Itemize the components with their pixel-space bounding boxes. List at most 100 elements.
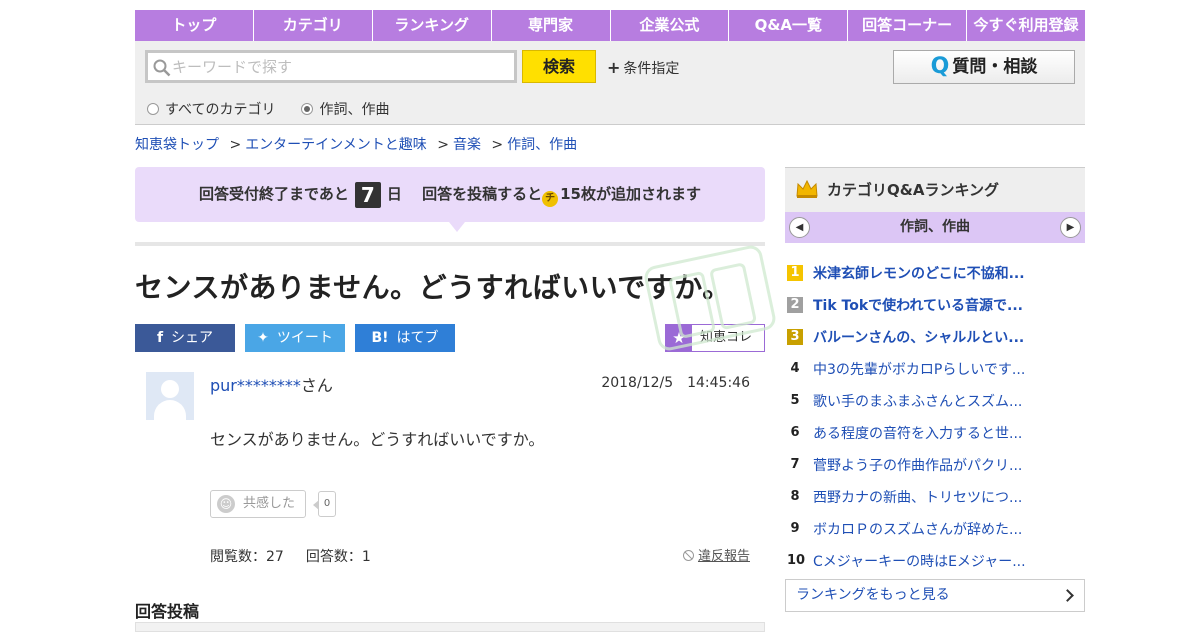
answers-count: 回答数：1 [305, 549, 371, 565]
days-badge: 7 [354, 182, 381, 208]
breadcrumb: 知恵袋トップ > エンターテインメントと趣味 > 音楽 > 作詞、作曲 [135, 134, 577, 154]
report-link[interactable]: 違反報告 [682, 545, 750, 564]
breadcrumb-item[interactable]: 音楽 [453, 137, 481, 153]
global-nav: トップ カテゴリ ランキング 専門家 企業公式 Q&A一覧 回答コーナー 今すぐ… [135, 10, 1085, 41]
notice-suffix-a: 回答を投稿すると [422, 185, 543, 203]
rank-number: 4 [790, 361, 800, 376]
ranking-item: 5 歌い手のまふまふさんとスズム... [785, 385, 1085, 417]
radio-on-icon [301, 103, 314, 115]
next-arrow-icon[interactable]: ▶ [1060, 217, 1081, 238]
radio-all-label: すべてのカテゴリ [165, 102, 276, 118]
report-label: 違反報告 [697, 549, 750, 564]
ranking-item: 10 Cメジャーキーの時はEメジャー... [785, 545, 1085, 577]
facebook-share-button[interactable]: f シェア [135, 324, 235, 352]
notice-suffix-b: 15枚が追加されます [560, 185, 701, 203]
ranking-link[interactable]: 西野カナの新曲、トリセツにつ... [813, 487, 1022, 507]
twitter-share-button[interactable]: ✦ ツイート [245, 324, 345, 352]
rank-number: 9 [790, 521, 800, 536]
nav-official[interactable]: 企業公式 [611, 10, 730, 41]
header: トップ カテゴリ ランキング 専門家 企業公式 Q&A一覧 回答コーナー 今すぐ… [135, 10, 1085, 125]
ranking-item: 7 菅野よう子の作曲作品がパクリ... [785, 449, 1085, 481]
ask-label: 質問・相談 [952, 57, 1038, 77]
nav-register[interactable]: 今すぐ利用登録 [967, 10, 1085, 41]
ranking-item: 6 ある程度の音符を入力すると世... [785, 417, 1085, 449]
hatebu-share-button[interactable]: B! はてブ [355, 324, 455, 352]
q-icon: Q [930, 54, 950, 79]
nav-ranking[interactable]: ランキング [373, 10, 492, 41]
ranking-list: 1 米津玄師レモンのどこに不協和... 2 Tik Tokで使われている音源で...… [785, 257, 1085, 577]
radio-off-icon [147, 103, 159, 115]
nav-category[interactable]: カテゴリ [254, 10, 373, 41]
prev-arrow-icon[interactable]: ◀ [789, 217, 810, 238]
ranking-link[interactable]: バルーンさんの、シャルルとい... [813, 327, 1024, 347]
ranking-link[interactable]: 米津玄師レモンのどこに不協和... [813, 263, 1025, 283]
ask-question-button[interactable]: Q 質問・相談 [893, 50, 1075, 84]
twitter-share-label: ツイート [276, 330, 333, 346]
radio-current-category[interactable]: 作詞、作曲 [301, 99, 389, 119]
ranking-item: 8 西野カナの新曲、トリセツにつ... [785, 481, 1085, 513]
deadline-notice: 回答受付終了まであと 7 日 回答を投稿するとチ 15枚が追加されます [135, 167, 765, 232]
ranking-link[interactable]: Cメジャーキーの時はEメジャー... [813, 551, 1026, 571]
ranking-more-link[interactable]: ランキングをもっと見る [785, 579, 1085, 612]
avatar-body-icon [154, 400, 186, 420]
radio-current-label: 作詞、作曲 [319, 102, 390, 118]
ranking-link[interactable]: 歌い手のまふまふさんとスズム... [813, 391, 1022, 411]
category-scope: すべてのカテゴリ 作詞、作曲 [147, 99, 389, 119]
empathy-count: 0 [313, 491, 337, 517]
empathy-label: 共感した [243, 496, 296, 511]
ranking-link[interactable]: 中3の先輩がボカロPらしいです... [813, 359, 1025, 379]
author-suffix: さん [300, 376, 333, 395]
rank-number: 5 [790, 393, 800, 408]
views-count: 閲覧数：27 [210, 549, 284, 565]
avatar [146, 372, 194, 420]
ranking-category-bar: ◀ 作詞、作曲 ▶ [785, 212, 1085, 243]
rank-number: 7 [790, 457, 800, 472]
ranking-sidebar: カテゴリQ&Aランキング ◀ 作詞、作曲 ▶ 1 米津玄師レモンのどこに不協和..… [785, 167, 1085, 612]
ranking-link[interactable]: ボカロＰのスズムさんが辞めた... [813, 519, 1022, 539]
breadcrumb-item[interactable]: エンターテインメントと趣味 [245, 137, 427, 153]
nav-expert[interactable]: 専門家 [492, 10, 611, 41]
breadcrumb-separator: > [437, 137, 449, 153]
ranking-link[interactable]: ある程度の音符を入力すると世... [813, 423, 1022, 443]
empathy-button[interactable]: ☺ 共感した [210, 490, 307, 518]
breadcrumb-item[interactable]: 作詞、作曲 [507, 137, 577, 153]
facebook-share-label: シェア [171, 330, 214, 346]
ranking-category: 作詞、作曲 [900, 219, 970, 235]
author: pur********さん [210, 372, 333, 396]
divider [135, 242, 765, 246]
post-date: 2018/12/5 14:45:46 [601, 375, 750, 391]
plus-icon: + [607, 58, 621, 77]
ranking-item: 9 ボカロＰのスズムさんが辞めた... [785, 513, 1085, 545]
ranking-link[interactable]: 菅野よう子の作曲作品がパクリ... [813, 455, 1022, 475]
search-button[interactable]: 検索 [522, 50, 596, 83]
nav-answer-corner[interactable]: 回答コーナー [848, 10, 968, 41]
prohibited-icon [682, 550, 694, 561]
rank-number: 1 [787, 265, 803, 281]
condition-label: 条件指定 [623, 61, 680, 77]
ranking-link[interactable]: Tik Tokで使われている音源で... [813, 295, 1023, 315]
crown-icon [796, 179, 818, 198]
smile-icon: ☺ [217, 495, 235, 513]
avatar-head-icon [161, 380, 179, 398]
twitter-icon: ✦ [257, 330, 269, 346]
author-link[interactable]: pur******** [210, 376, 301, 395]
ranking-item: 3 バルーンさんの、シャルルとい... [785, 321, 1085, 353]
radio-all-categories[interactable]: すべてのカテゴリ [147, 99, 275, 119]
breadcrumb-item[interactable]: 知恵袋トップ [135, 137, 219, 153]
nav-top[interactable]: トップ [135, 10, 254, 41]
ranking-item: 2 Tik Tokで使われている音源で... [785, 289, 1085, 321]
search-input[interactable] [172, 55, 502, 79]
nav-qa-list[interactable]: Q&A一覧 [729, 10, 849, 41]
condition-link[interactable]: + 条件指定 [607, 58, 679, 78]
question-stats: 閲覧数：27 回答数：1 [210, 546, 371, 566]
main-column: 回答受付終了まであと 7 日 回答を投稿するとチ 15枚が追加されます センスがありま… [135, 167, 765, 582]
hatebu-icon: B! [371, 330, 389, 346]
rank-number: 8 [790, 489, 800, 504]
ranking-item: 4 中3の先輩がボカロPらしいです... [785, 353, 1085, 385]
search-icon [153, 59, 171, 77]
question-post: pur********さん 2018/12/5 14:45:46 センスがありま… [135, 372, 765, 582]
answer-form[interactable] [135, 622, 765, 632]
search-box[interactable] [145, 50, 517, 83]
hatebu-share-label: はてブ [396, 330, 439, 346]
question-body: センスがありません。どうすればいいですか。 [210, 430, 545, 449]
